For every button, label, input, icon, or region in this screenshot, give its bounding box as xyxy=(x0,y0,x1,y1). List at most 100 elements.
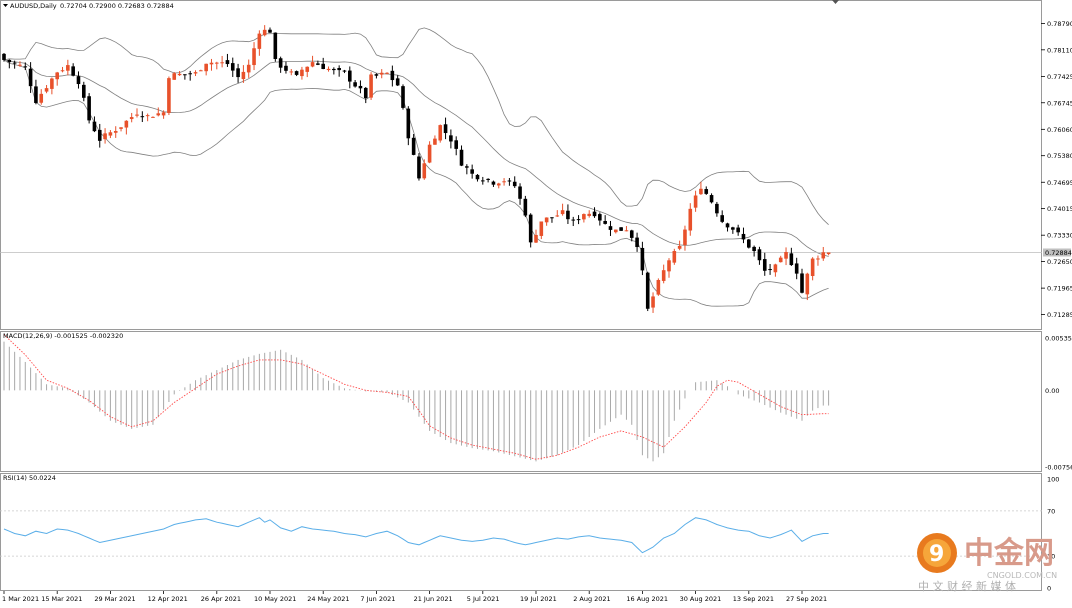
watermark-tagline: 中 文 财 经 新 媒 体 xyxy=(918,579,1016,593)
candle-body xyxy=(220,62,224,64)
x-tick-label: 2 Aug 2021 xyxy=(573,595,611,603)
candle-body xyxy=(741,233,746,240)
candle-body xyxy=(44,88,49,92)
rsi-axis-label: 70 xyxy=(1047,507,1055,515)
candle-body xyxy=(385,72,389,74)
candle-body xyxy=(693,195,698,208)
candle-body xyxy=(651,296,655,308)
candle-body xyxy=(193,72,198,74)
candle-body xyxy=(124,120,129,128)
candle-body xyxy=(661,270,666,281)
candle-body xyxy=(757,249,762,261)
candle-body xyxy=(92,121,97,132)
candle-body xyxy=(699,188,703,195)
candle-body xyxy=(406,108,411,139)
candle-body xyxy=(18,64,22,66)
candle-body xyxy=(603,220,607,224)
candle-body xyxy=(528,214,533,243)
macd-label: MACD(12,26,9) -0.001525 -0.002320 xyxy=(3,332,123,340)
candle-body xyxy=(363,87,368,99)
ohlc-label: 0.72704 0.72900 0.72683 0.72884 xyxy=(60,2,174,10)
symbol-dropdown-icon[interactable] xyxy=(3,4,8,7)
candle-body xyxy=(725,223,730,228)
candle-body xyxy=(348,70,352,82)
macd-signal-line xyxy=(3,334,829,460)
price-panel-frame xyxy=(0,0,1042,330)
candle-body xyxy=(752,246,756,252)
candle-body xyxy=(50,78,54,89)
candle-body xyxy=(289,71,294,73)
candle-body xyxy=(656,279,661,295)
candle-body xyxy=(87,96,91,121)
candle-body xyxy=(401,86,405,108)
rsi-axis-label: 100 xyxy=(1047,476,1059,484)
candle-body xyxy=(507,180,512,182)
candle-body xyxy=(28,68,33,87)
x-tick-label: 5 Jul 2021 xyxy=(467,595,500,603)
candle-body xyxy=(539,221,544,236)
candle-body xyxy=(683,229,687,246)
candle-body xyxy=(731,227,735,230)
candle-body xyxy=(778,257,783,263)
candle-body xyxy=(395,78,400,86)
candle-body xyxy=(161,112,166,116)
candle-body xyxy=(119,127,123,129)
candle-body xyxy=(544,217,549,223)
candle-body xyxy=(2,53,6,60)
y-tick-label: 0.71965 xyxy=(1047,285,1072,293)
candle-body xyxy=(82,84,86,98)
candle-body xyxy=(598,214,602,221)
candle-body xyxy=(704,189,709,194)
candle-body xyxy=(619,227,623,231)
candle-body xyxy=(486,178,490,180)
y-tick-label: 0.78790 xyxy=(1047,20,1072,28)
candle-body xyxy=(805,273,810,295)
x-tick-label: 27 Sep 2021 xyxy=(786,595,827,603)
axis-layer: 0.78790 0.78110 0.77425 0.76745 0.76060 0.753… xyxy=(2,20,1072,603)
candle-body xyxy=(337,68,341,71)
bollinger-middle-line xyxy=(3,59,829,257)
x-tick-label: 1 Mar 2021 xyxy=(2,595,39,603)
candle-body xyxy=(76,76,81,85)
candle-body xyxy=(209,62,214,65)
x-tick-label: 12 Apr 2021 xyxy=(148,595,188,603)
candle-body xyxy=(443,124,448,134)
y-tick-label: 0.74015 xyxy=(1047,205,1072,213)
candle-body xyxy=(230,63,235,71)
candle-body xyxy=(326,68,331,71)
macd-panel-frame xyxy=(0,331,1042,472)
candle-body xyxy=(582,214,586,220)
candle-body xyxy=(449,135,453,142)
candle-body xyxy=(555,215,560,217)
candle-body xyxy=(720,215,724,222)
candle-body xyxy=(608,226,613,230)
candle-body xyxy=(353,82,357,87)
rsi-layer xyxy=(0,510,1042,557)
x-tick-label: 7 Jun 2021 xyxy=(360,595,395,603)
current-price-label: 0.72884 xyxy=(1045,249,1072,257)
macd-axis-label: 0.005358 xyxy=(1045,335,1072,343)
candle-body xyxy=(129,117,134,120)
candle-body xyxy=(433,138,437,145)
candle-body xyxy=(284,65,288,71)
candle-body xyxy=(23,66,28,68)
candle-body xyxy=(502,181,506,183)
candle-body xyxy=(241,71,246,80)
macd-axis-label: -0.007562 xyxy=(1045,464,1072,472)
candle-body xyxy=(465,166,469,168)
candle-body xyxy=(560,210,565,215)
candle-body xyxy=(459,149,464,166)
candle-body xyxy=(273,32,278,59)
candle-body xyxy=(688,208,693,231)
macd-axis-label: 0.00 xyxy=(1045,387,1059,395)
y-tick-label: 0.76745 xyxy=(1047,99,1072,107)
shift-marker-icon[interactable] xyxy=(832,0,839,4)
candle-body xyxy=(667,260,671,272)
candle-body xyxy=(571,219,576,221)
candle-body xyxy=(268,29,272,33)
candle-body xyxy=(145,115,150,117)
x-tick-label: 24 May 2021 xyxy=(307,595,349,603)
rsi-panel-frame xyxy=(0,473,1042,591)
candle-body xyxy=(369,74,373,98)
candle-body xyxy=(768,269,772,271)
